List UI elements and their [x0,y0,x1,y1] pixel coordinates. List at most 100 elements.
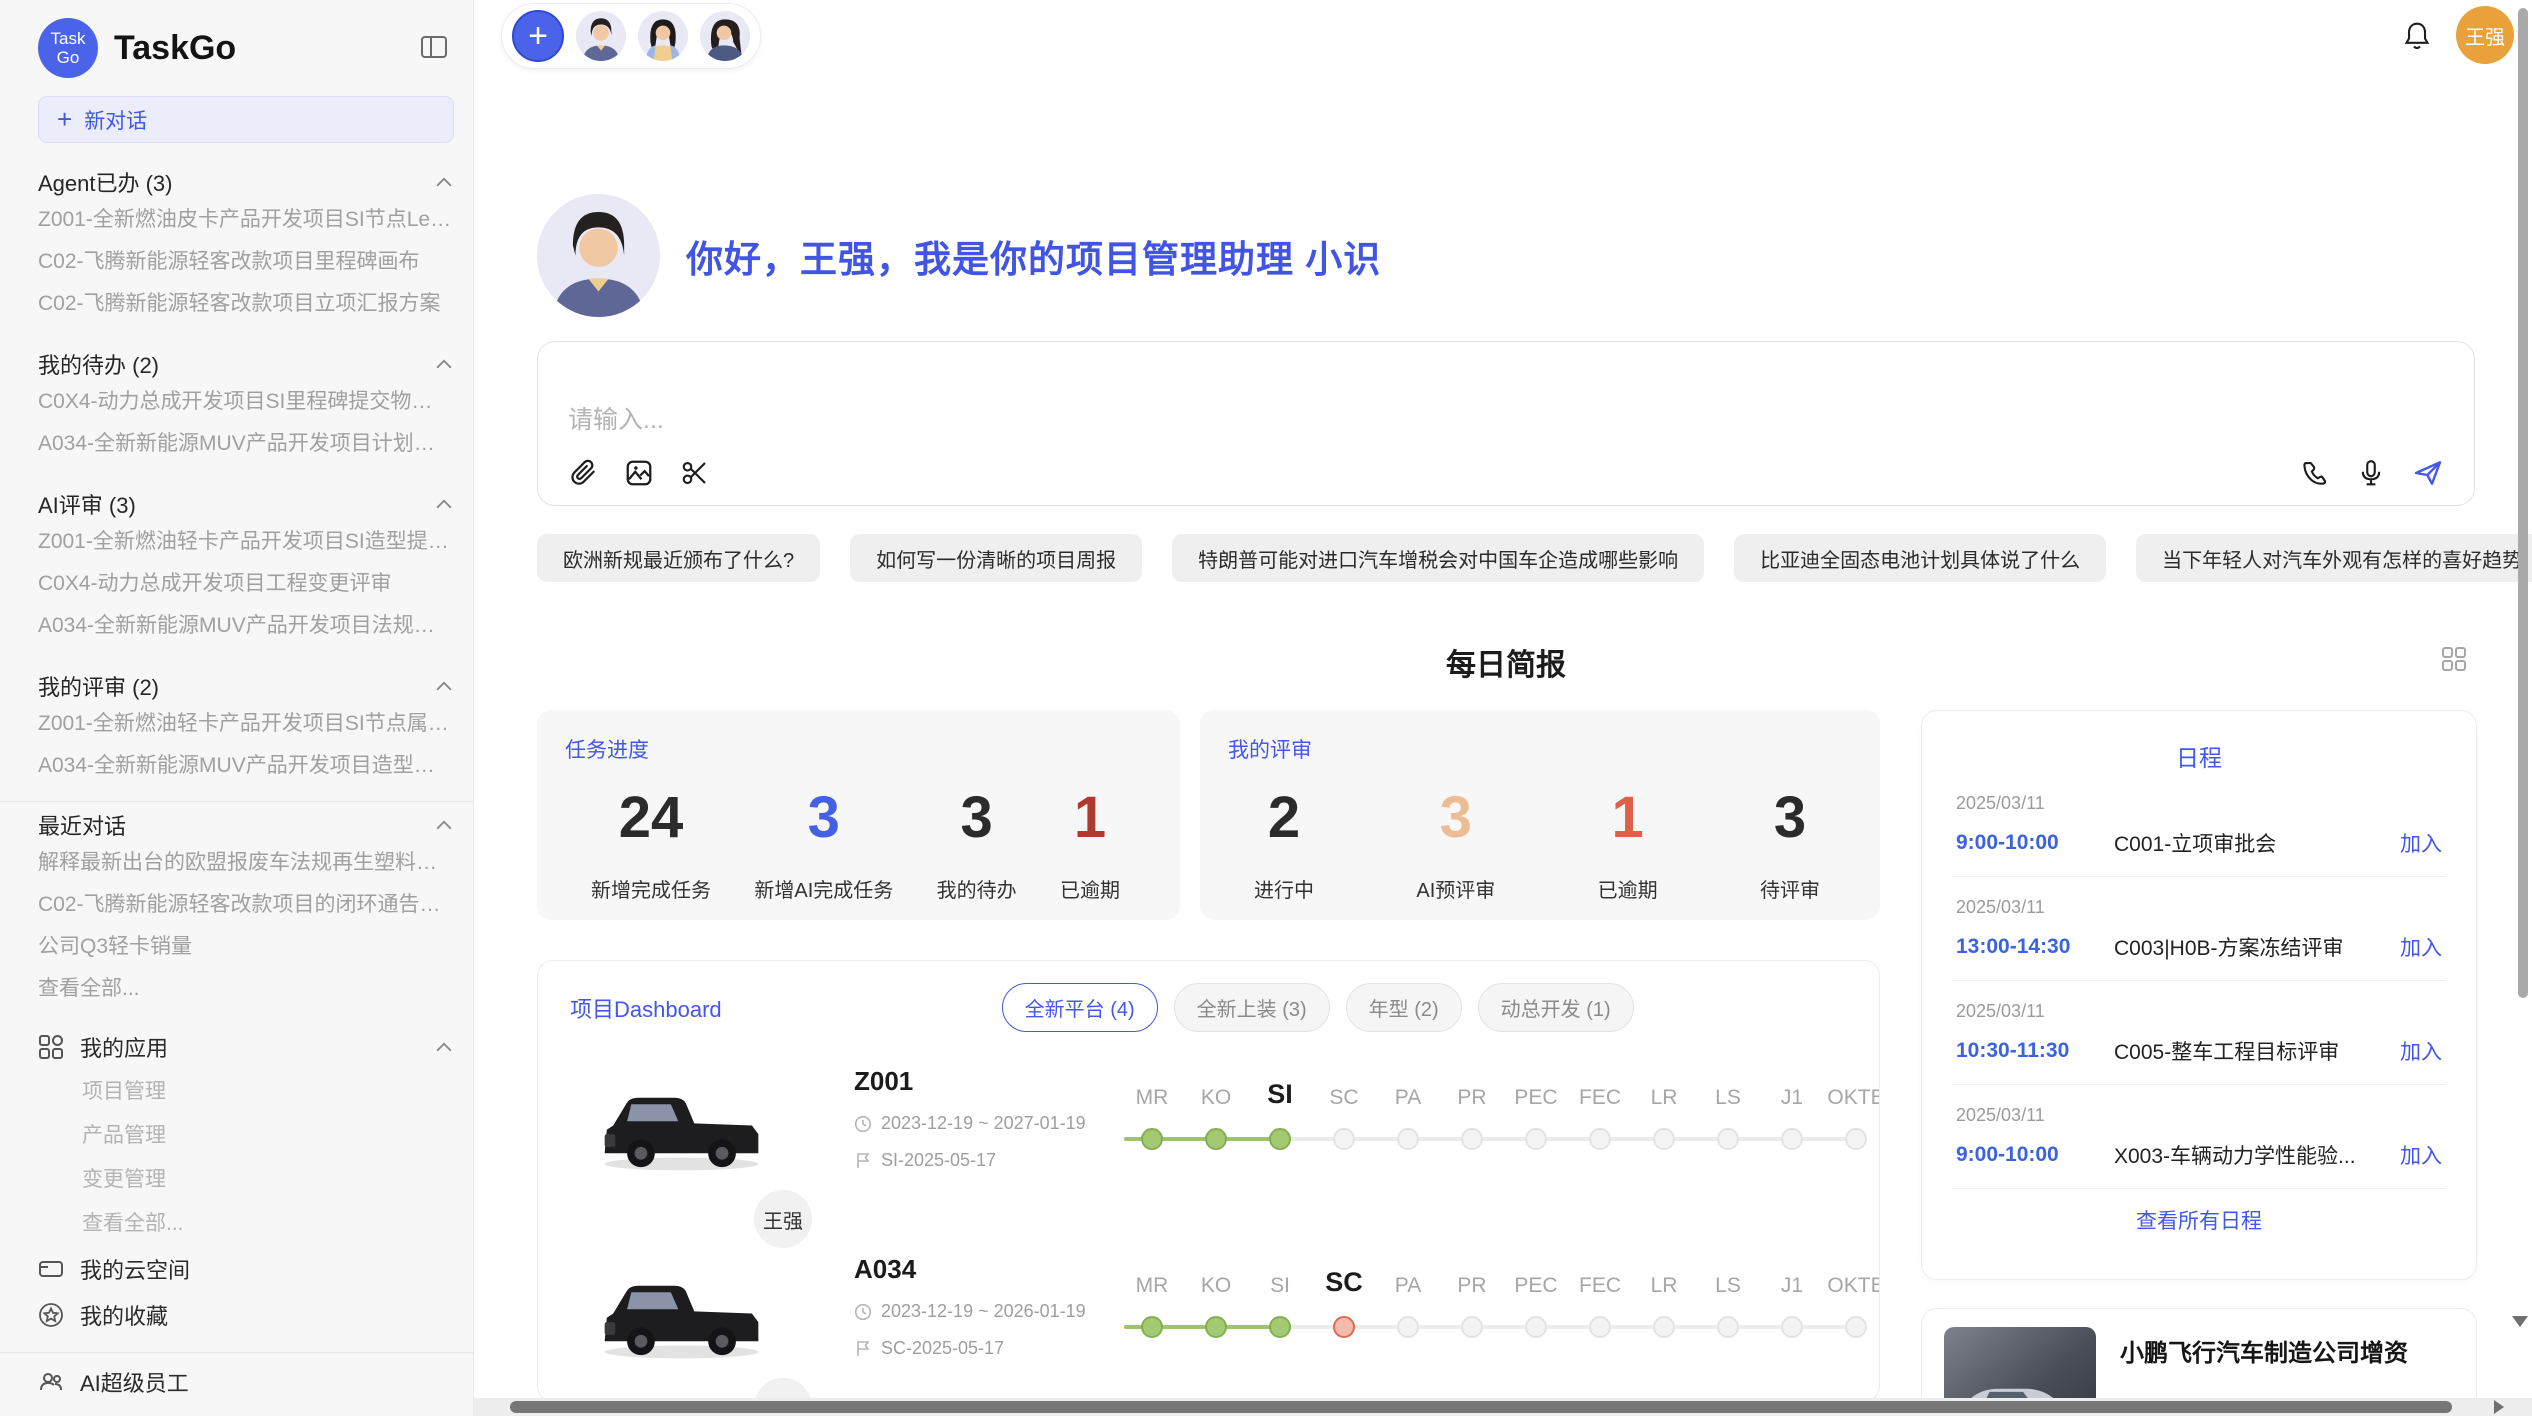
milestone-SI[interactable]: SI [1248,1076,1312,1220]
recent-conversation[interactable]: C02-飞腾新能源轻客改款项目的闭环通告反馈情况 [38,884,453,926]
app-link-project-mgmt[interactable]: 项目管理 [38,1070,453,1114]
sidebar-item-ai-super-staff[interactable]: AI超级员工 [38,1359,453,1405]
section-header-agent-done[interactable]: Agent已办 (3) [38,165,453,199]
sidebar-item-favorites[interactable]: 我的收藏 [38,1292,453,1338]
milestone-PA[interactable]: PA [1376,1076,1440,1220]
vertical-scrollbar[interactable] [2518,8,2528,998]
sidebar-item[interactable]: C02-飞腾新能源轻客改款项目立项汇报方案 [38,283,453,325]
sidebar-item[interactable]: Z001-全新燃油轻卡产品开发项目SI造型提交物评审 [38,521,453,563]
suggestion-chip[interactable]: 特朗普可能对进口汽车增税会对中国车企造成哪些影响 [1172,534,1704,582]
recent-conversation[interactable]: 公司Q3轻卡销量 [38,926,453,968]
notifications-bell-icon[interactable] [2402,20,2432,52]
milestone-SC[interactable]: SC [1312,1076,1376,1220]
milestone-OKTB[interactable]: OKTB [1824,1264,1880,1402]
schedule-event-title: C003|H0B-方案冻结评审 [2114,932,2386,962]
phone-call-icon[interactable] [2300,458,2330,488]
section-header-my-todo[interactable]: 我的待办 (2) [38,347,453,381]
milestone-FEC[interactable]: FEC [1568,1264,1632,1402]
milestone-dot [1269,1128,1291,1150]
microphone-icon[interactable] [2356,458,2386,488]
schedule-title: 日程 [1952,739,2446,773]
sidebar: Task Go TaskGo + 新对话 Agent已办 (3) Z001-全新… [0,0,474,1416]
scissors-icon[interactable] [680,458,710,488]
section-header-my-review[interactable]: 我的评审 (2) [38,669,453,703]
main-area: + 王强 你好，王强，我是你的项目管理助理 小识 [474,0,2532,1416]
milestone-SC[interactable]: SC [1312,1264,1376,1402]
section-header-recent[interactable]: 最近对话 [38,808,453,842]
teammate-avatar[interactable] [638,11,688,61]
app-link-product-mgmt[interactable]: 产品管理 [38,1114,453,1158]
milestone-MR[interactable]: MR [1120,1076,1184,1220]
milestone-PR[interactable]: PR [1440,1264,1504,1402]
ai-super-staff-label: AI超级员工 [80,1366,453,1398]
image-icon[interactable] [624,458,654,488]
project-milestone-date: SI-2025-05-17 [881,1150,996,1171]
new-chat-button[interactable]: + 新对话 [38,96,454,143]
milestone-MR[interactable]: MR [1120,1264,1184,1402]
sidebar-item[interactable]: A034-全新新能源MUV产品开发项目计划变更表编写 [38,423,453,465]
suggestion-chip[interactable]: 比亚迪全固态电池计划具体说了什么 [1734,534,2106,582]
app-link-view-all[interactable]: 查看全部... [38,1202,453,1246]
sidebar-item[interactable]: C0X4-动力总成开发项目SI里程碑提交物检查 [38,381,453,423]
sidebar-item[interactable]: Z001-全新燃油皮卡产品开发项目SI节点Lesson Learn报告 [38,199,453,241]
milestone-OKTB[interactable]: OKTB [1824,1076,1880,1220]
attachment-icon[interactable] [568,458,598,488]
milestone-LS[interactable]: LS [1696,1264,1760,1402]
suggestion-chip[interactable]: 如何写一份清晰的项目周报 [850,534,1142,582]
user-avatar[interactable]: 王强 [2456,6,2514,64]
app-link-change-mgmt[interactable]: 变更管理 [38,1158,453,1202]
scroll-down-arrow-icon[interactable] [2512,1316,2528,1327]
send-icon[interactable] [2412,457,2444,489]
suggestion-chip[interactable]: 欧洲新规最近颁布了什么? [537,534,820,582]
sidebar-item-my-apps[interactable]: 我的应用 [38,1024,453,1070]
sidebar-item-help-me-write[interactable]: 帮我写作 [38,1405,453,1416]
milestone-J1[interactable]: J1 [1760,1264,1824,1402]
recent-conversation[interactable]: 解释最新出台的欧盟报废车法规再生塑料比例被调至15%... [38,842,453,884]
chat-input[interactable] [568,406,2444,435]
add-member-button[interactable]: + [512,10,564,62]
view-all-conversations[interactable]: 查看全部... [38,968,453,1010]
sidebar-item[interactable]: Z001-全新燃油轻卡产品开发项目SI节点属性5D文件评审 [38,703,453,745]
sidebar-item-cloud-space[interactable]: 我的云空间 [38,1246,453,1292]
tab-model-year[interactable]: 年型 (2) [1346,983,1462,1032]
milestone-LS[interactable]: LS [1696,1076,1760,1220]
project-row[interactable]: 王强 A034 2023-12-19 ~ 2026-01-19 [570,1250,1879,1402]
join-link[interactable]: 加入 [2400,828,2442,858]
milestone-FEC[interactable]: FEC [1568,1076,1632,1220]
teammate-avatar[interactable] [576,11,626,61]
milestone-KO[interactable]: KO [1184,1264,1248,1402]
teammate-avatar[interactable] [700,11,750,61]
join-link[interactable]: 加入 [2400,1036,2442,1066]
stat-label: 新增完成任务 [591,874,711,903]
schedule-time: 9:00-10:00 [1956,1143,2114,1167]
milestone-LR[interactable]: LR [1632,1264,1696,1402]
sidebar-item[interactable]: A034-全新新能源MUV产品开发项目造型可行性评审 [38,745,453,787]
milestone-KO[interactable]: KO [1184,1076,1248,1220]
view-all-schedule-link[interactable]: 查看所有日程 [1952,1205,2446,1235]
milestone-PR[interactable]: PR [1440,1076,1504,1220]
suggestion-chip[interactable]: 当下年轻人对汽车外观有怎样的喜好趋势 [2136,534,2532,582]
join-link[interactable]: 加入 [2400,932,2442,962]
scroll-right-arrow-icon[interactable] [2494,1400,2504,1414]
sidebar-item[interactable]: A034-全新新能源MUV产品开发项目法规符合性评审 [38,605,453,647]
layout-grid-icon[interactable] [2441,646,2467,672]
tab-powertrain[interactable]: 动总开发 (1) [1478,983,1634,1032]
milestone-PA[interactable]: PA [1376,1264,1440,1402]
chat-input-box [537,341,2475,506]
sidebar-collapse-icon[interactable] [421,36,447,58]
milestone-PEC[interactable]: PEC [1504,1264,1568,1402]
sidebar-item[interactable]: C02-飞腾新能源轻客改款项目里程碑画布 [38,241,453,283]
project-row[interactable]: 王强 Z001 2023-12-19 ~ 2027-01-19 [570,1062,1879,1220]
sidebar-item[interactable]: C0X4-动力总成开发项目工程变更评审 [38,563,453,605]
milestone-J1[interactable]: J1 [1760,1076,1824,1220]
milestone-SI[interactable]: SI [1248,1264,1312,1402]
milestone-PEC[interactable]: PEC [1504,1076,1568,1220]
section-header-ai-review[interactable]: AI评审 (3) [38,487,453,521]
horizontal-scrollbar[interactable] [510,1401,2452,1413]
join-link[interactable]: 加入 [2400,1140,2442,1170]
milestone-LR[interactable]: LR [1632,1076,1696,1220]
tab-new-body[interactable]: 全新上装 (3) [1174,983,1330,1032]
tab-new-platform[interactable]: 全新平台 (4) [1002,983,1158,1032]
schedule-date: 2025/03/11 [1956,793,2442,814]
milestone-dot [1333,1128,1355,1150]
